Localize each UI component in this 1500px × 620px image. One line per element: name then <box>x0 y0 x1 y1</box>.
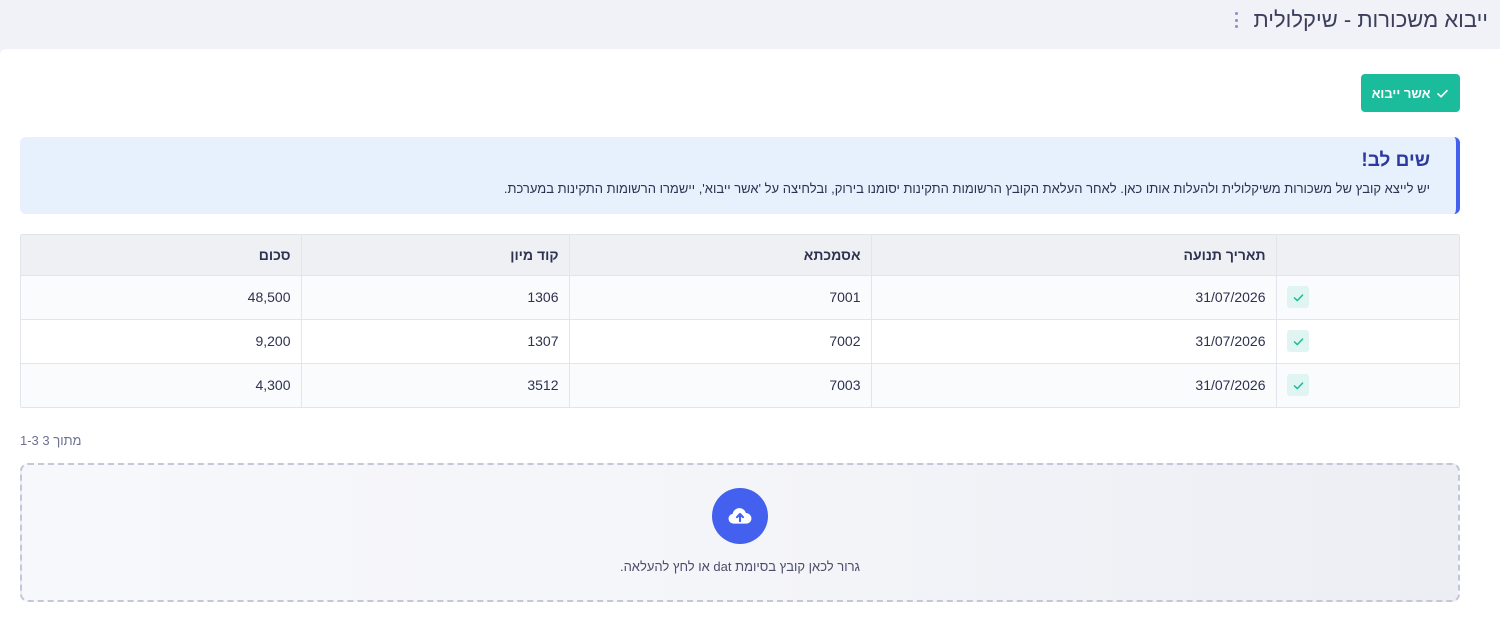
reference-cell: 7002 <box>568 319 871 364</box>
records-table: תאריך תנועה אסמכתא קוד מיון סכום 31/07/2… <box>20 234 1460 408</box>
date-cell: 31/07/2026 <box>870 319 1276 364</box>
sort-code-cell: 1307 <box>300 319 569 364</box>
column-header-reference[interactable]: אסמכתא <box>568 235 871 276</box>
confirm-import-label: אשר ייבוא <box>1371 85 1431 101</box>
pagination-summary: 1-3 מתוך 3 <box>20 433 82 448</box>
page-header: ייבוא משכורות - שיקלולית <box>1234 0 1500 40</box>
column-header-date[interactable]: תאריך תנועה <box>870 235 1276 276</box>
dropzone-instructions: גרור לכאן קובץ בסיומת dat או לחץ להעלאה. <box>619 559 861 574</box>
main-card: אשר ייבוא שים לב! יש לייצא קובץ של משכור… <box>0 49 1500 620</box>
check-icon <box>1437 89 1449 98</box>
reference-cell: 7001 <box>568 275 871 320</box>
file-dropzone[interactable]: גרור לכאן קובץ בסיומת dat או לחץ להעלאה. <box>20 463 1460 602</box>
date-cell: 31/07/2026 <box>870 363 1276 407</box>
amount-cell: 9,200 <box>21 319 301 364</box>
vertical-dots-icon[interactable] <box>1234 12 1240 28</box>
confirm-import-button[interactable]: אשר ייבוא <box>1361 74 1460 112</box>
alert-title: שים לב! <box>1361 150 1430 171</box>
reference-cell: 7003 <box>568 363 871 407</box>
date-cell: 31/07/2026 <box>870 275 1276 320</box>
table-header-row: תאריך תנועה אסמכתא קוד מיון סכום <box>21 235 1459 276</box>
notice-alert: שים לב! יש לייצא קובץ של משכורות משיקלול… <box>20 137 1460 214</box>
valid-check-icon <box>1287 286 1309 308</box>
status-cell <box>1275 363 1459 407</box>
page-title: ייבוא משכורות - שיקלולית <box>1253 7 1488 32</box>
valid-check-icon <box>1287 374 1309 397</box>
alert-body: יש לייצא קובץ של משכורות משיקלולית ולהעל… <box>503 181 1430 196</box>
status-cell <box>1275 275 1459 320</box>
table-row: 31/07/2026 7002 1307 9,200 <box>21 319 1459 364</box>
sort-code-cell: 1306 <box>300 275 569 320</box>
amount-cell: 4,300 <box>21 363 301 407</box>
page: ייבוא משכורות - שיקלולית אשר ייבוא שים ל… <box>0 0 1500 620</box>
status-cell <box>1275 319 1459 364</box>
valid-check-icon <box>1287 330 1309 352</box>
sort-code-cell: 3512 <box>300 363 569 407</box>
table-row: 31/07/2026 7003 3512 4,300 <box>21 363 1459 407</box>
table-row: 31/07/2026 7001 1306 48,500 <box>21 275 1459 320</box>
amount-cell: 48,500 <box>21 275 301 320</box>
column-header-amount[interactable]: סכום <box>21 235 301 276</box>
column-header-sort-code[interactable]: קוד מיון <box>300 235 569 276</box>
column-header-status <box>1275 235 1459 276</box>
cloud-upload-icon[interactable] <box>712 488 768 544</box>
